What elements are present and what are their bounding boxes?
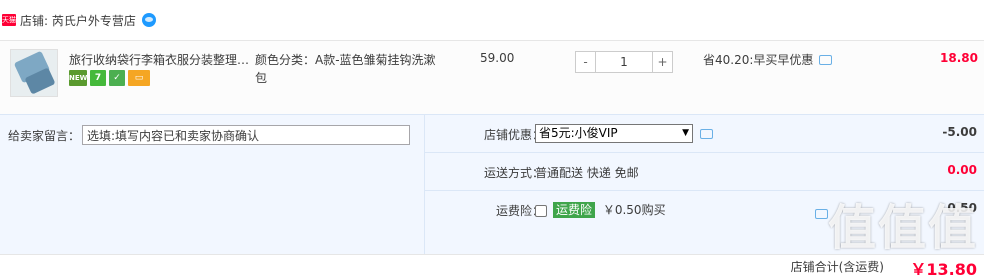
coupon-amount: -5.00: [942, 125, 977, 139]
shop-total-label: 店铺合计(含运费): [790, 260, 884, 274]
memo-label: 给卖家留言：: [8, 129, 81, 143]
insurance-tag: 运费险: [553, 202, 596, 218]
qty-decrease-button[interactable]: -: [575, 51, 596, 73]
coupon-row: 店铺优惠： 省5元:小俊VIP ▼ -5.00: [425, 115, 984, 153]
watermark-logo: 值值值: [827, 200, 978, 256]
wangwang-chat-icon[interactable]: [141, 13, 156, 27]
guarantee-icon: ✓: [109, 70, 125, 86]
item-subtotal: 18.80: [940, 51, 978, 65]
shop-header: 天猫 店铺: 芮氏户外专营店: [0, 0, 984, 40]
shipping-amount: 0.00: [947, 163, 977, 177]
insurance-comment-icon[interactable]: [815, 209, 828, 219]
cart-item-row: 旅行收纳袋行李箱衣服分装整理… NEW 7 ✓ ▭ 颜色分类：A款-蓝色雏菊挂钩…: [0, 40, 984, 114]
dropdown-arrow-icon: ▼: [682, 128, 689, 138]
product-title[interactable]: 旅行收纳袋行李箱衣服分装整理…: [69, 51, 249, 68]
discount-text: 省40.20:早买早优惠: [703, 53, 814, 67]
shipping-row: 运送方式： 普通配送 快递 免邮 0.00: [425, 153, 984, 191]
coupon-select[interactable]: 省5元:小俊VIP ▼: [535, 124, 693, 143]
shipping-method: 普通配送 快递 免邮: [535, 166, 639, 180]
shop-name[interactable]: 店铺: 芮氏户外专营店: [20, 12, 136, 29]
memo-input[interactable]: [82, 125, 410, 145]
unit-price: 59.00: [480, 51, 515, 65]
insurance-checkbox[interactable]: [535, 204, 547, 217]
service-icons: NEW 7 ✓ ▭: [69, 70, 150, 86]
qty-input[interactable]: 1: [596, 51, 652, 73]
product-thumbnail[interactable]: [10, 49, 58, 97]
new-product-icon: NEW: [69, 70, 87, 86]
coupon-selected-value: 省5元:小俊VIP: [539, 126, 618, 140]
insurance-option: 运费险 ￥0.50购买: [535, 201, 666, 218]
credit-card-icon: ▭: [128, 70, 150, 86]
insurance-price: ￥0.50购买: [602, 203, 666, 217]
discount-info: 省40.20:早买早优惠: [703, 51, 833, 68]
discount-comment-icon[interactable]: [819, 54, 833, 65]
tmall-badge: 天猫: [2, 14, 16, 26]
qty-increase-button[interactable]: +: [652, 51, 673, 73]
quantity-stepper: - 1 +: [575, 51, 673, 73]
seven-day-return-icon: 7: [90, 70, 106, 86]
coupon-comment-icon[interactable]: [700, 129, 713, 139]
shop-total-value: ￥13.80: [910, 260, 977, 275]
sku-info: 颜色分类：A款-蓝色雏菊挂钩洗漱包: [255, 53, 436, 85]
